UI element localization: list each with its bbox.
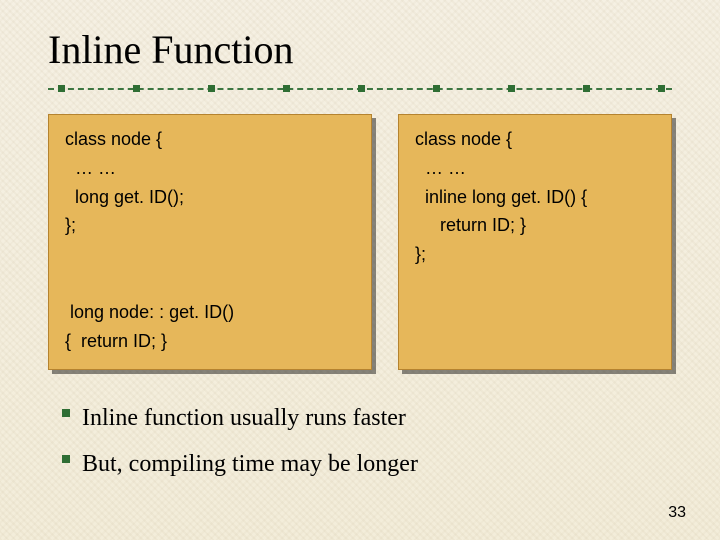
note-line-1: Inline function usually runs faster: [62, 396, 672, 442]
code-columns: class node { … … long get. ID(); }; long…: [48, 114, 672, 370]
page-number: 33: [668, 504, 686, 522]
code-text-right: class node { … … inline long get. ID() {…: [415, 125, 655, 269]
title-separator: [48, 82, 672, 96]
notes: Inline function usually runs faster But,…: [48, 396, 672, 487]
note-line-2: But, compiling time may be longer: [62, 442, 672, 488]
slide: Inline Function class node { … … long ge…: [0, 0, 720, 540]
code-block-right: class node { … … inline long get. ID() {…: [398, 114, 672, 370]
slide-title: Inline Function: [48, 28, 672, 72]
code-text-left: class node { … … long get. ID(); }; long…: [65, 125, 355, 355]
code-block-left: class node { … … long get. ID(); }; long…: [48, 114, 372, 370]
